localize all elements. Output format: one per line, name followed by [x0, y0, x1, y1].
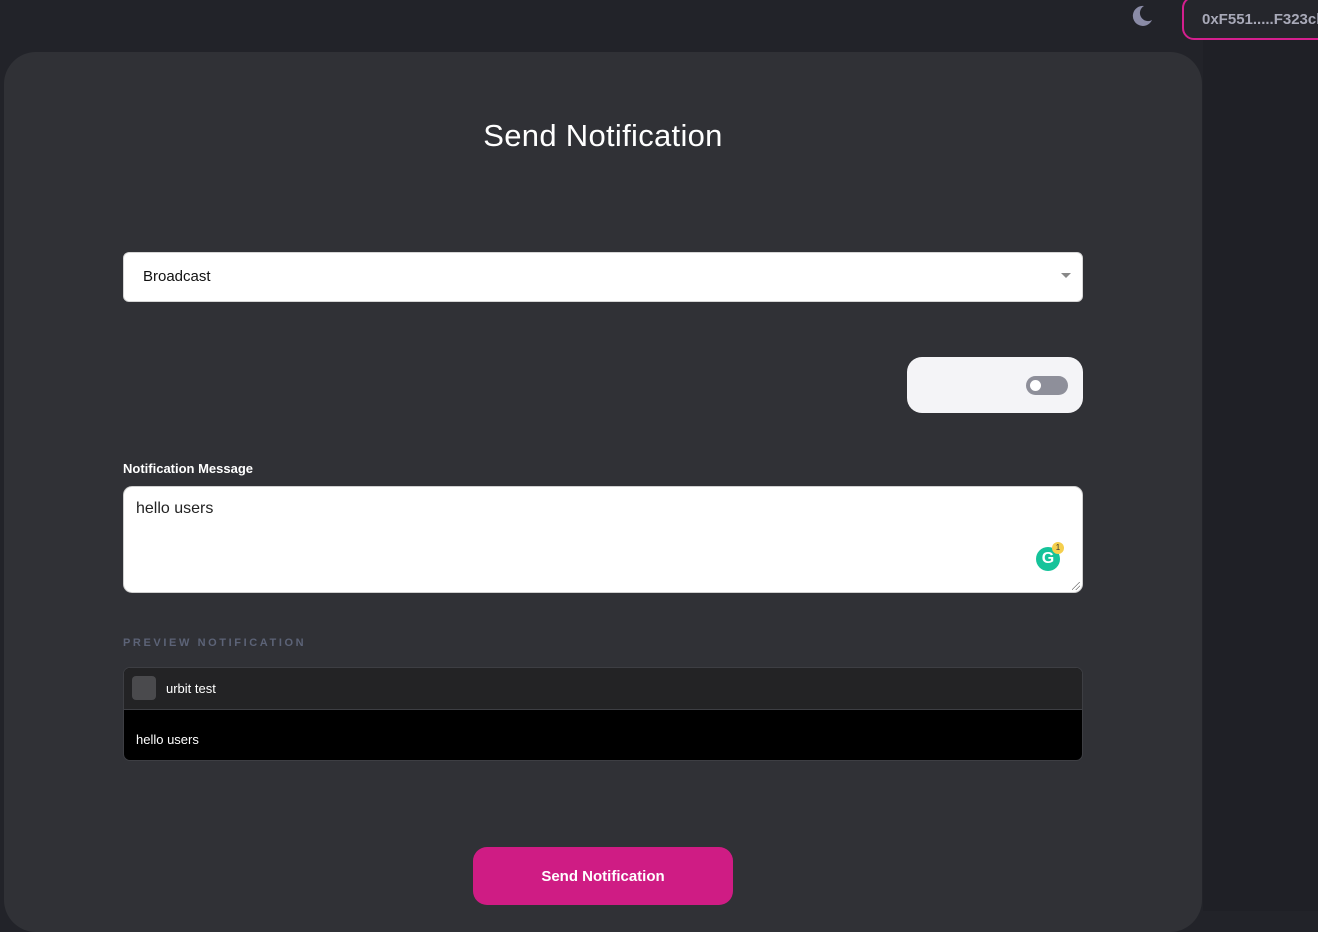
toggle-knob — [1030, 380, 1041, 391]
notification-type-select[interactable]: Broadcast — [123, 252, 1083, 302]
send-notification-button[interactable]: Send Notification — [473, 847, 733, 905]
option-toggle-container — [907, 357, 1083, 413]
chevron-down-icon — [1061, 273, 1071, 278]
grammarly-icon[interactable]: G 1 — [1036, 542, 1064, 571]
grammarly-count-badge: 1 — [1052, 542, 1064, 554]
preview-notification-label: PREVIEW NOTIFICATION — [123, 637, 307, 649]
wallet-address-button[interactable]: 0xF551.....F323cb — [1182, 0, 1318, 40]
option-toggle-switch[interactable] — [1026, 376, 1068, 395]
theme-toggle-button[interactable] — [1127, 4, 1157, 32]
page-title: Send Notification — [483, 118, 723, 153]
wallet-address: 0xF551.....F323cb — [1202, 11, 1318, 28]
notification-message-label: Notification Message — [123, 461, 254, 476]
preview-message-body: hello users — [136, 732, 199, 747]
preview-notification-card: urbit test hello users — [123, 667, 1083, 761]
moon-icon — [1129, 3, 1155, 34]
notification-message-value: hello users — [136, 500, 214, 517]
preview-app-name: urbit test — [166, 681, 216, 696]
page-background-right — [1203, 0, 1318, 911]
preview-header: urbit test — [124, 668, 1082, 710]
notification-type-value: Broadcast — [143, 268, 211, 285]
app-avatar — [132, 676, 156, 700]
send-notification-panel: Send Notification Broadcast Notification… — [4, 52, 1202, 932]
notification-message-input[interactable]: hello users G 1 — [123, 486, 1083, 593]
resize-handle[interactable] — [1072, 582, 1080, 590]
